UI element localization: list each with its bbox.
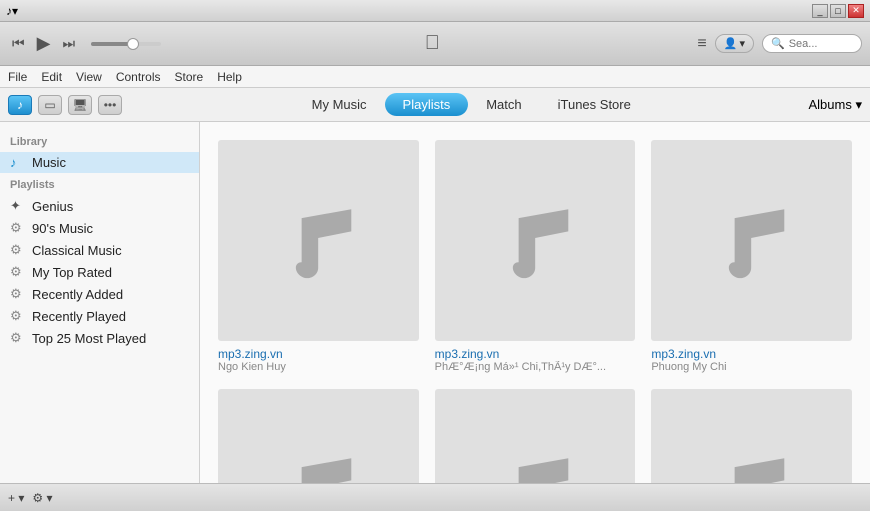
main-layout: Library ♪ Music Playlists ✦ Genius ⚙ 90'… — [0, 122, 870, 511]
sidebar: Library ♪ Music Playlists ✦ Genius ⚙ 90'… — [0, 122, 200, 511]
menu-view[interactable]: View — [76, 70, 102, 84]
album-artist-2: Phuong My Chi — [651, 361, 852, 373]
content-area: mp3.zing.vn Ngo Kien Huy mp3.zing.vn PhÆ… — [200, 122, 870, 511]
playlist-icon-4: ⚙ — [10, 308, 26, 324]
sidebar-item-recently-played[interactable]: ⚙ Recently Played — [0, 305, 199, 327]
sidebar-item-top25[interactable]: ⚙ Top 25 Most Played — [0, 327, 199, 349]
search-box: 🔍 — [762, 34, 862, 53]
list-icon[interactable]: ≡ — [697, 35, 706, 53]
account-button[interactable]: 👤 ▾ — [715, 34, 754, 53]
sidebar-item-music[interactable]: ♪ Music — [0, 152, 199, 173]
playlist-icon-5: ⚙ — [10, 330, 26, 346]
settings-button[interactable]: ⚙ ▾ — [32, 491, 52, 505]
sidebar-item-recently-added[interactable]: ⚙ Recently Added — [0, 283, 199, 305]
music-note-icon-1 — [480, 185, 590, 295]
toolbar-center:  — [173, 32, 691, 55]
transport-controls: ⏮ ▶ ⏭ — [8, 31, 79, 56]
tab-itunes-store[interactable]: iTunes Store — [540, 93, 649, 116]
nav-tabs: My Music Playlists Match iTunes Store — [134, 93, 809, 116]
toolbar-right: ≡ 👤 ▾ 🔍 — [697, 34, 862, 53]
menu-help[interactable]: Help — [217, 70, 242, 84]
music-icon: ♪ — [10, 155, 26, 170]
title-bar-right: _ □ ✕ — [812, 4, 864, 18]
account-chevron: ▾ — [739, 37, 745, 50]
video-view-button[interactable]: ▭ — [38, 95, 62, 115]
close-button[interactable]: ✕ — [848, 4, 864, 18]
album-card-2[interactable]: mp3.zing.vn Phuong My Chi — [643, 132, 860, 381]
playlists-section-label: Playlists — [0, 173, 199, 195]
album-title-2: mp3.zing.vn — [651, 347, 852, 361]
screen-view-button[interactable]: 🖥 — [68, 95, 92, 115]
search-input[interactable] — [789, 38, 859, 50]
menu-controls[interactable]: Controls — [116, 70, 161, 84]
menu-file[interactable]: File — [8, 70, 27, 84]
sidebar-genius-label: Genius — [32, 199, 73, 214]
album-artist-1: PhÆ°Æ¡ng Má»¹ Chi,ThÃ¹y DÆ°... — [435, 361, 636, 373]
menu-edit[interactable]: Edit — [41, 70, 62, 84]
album-art-0 — [218, 140, 419, 341]
tab-playlists[interactable]: Playlists — [385, 93, 469, 116]
sidebar-item-genius[interactable]: ✦ Genius — [0, 195, 199, 217]
album-title-0: mp3.zing.vn — [218, 347, 419, 361]
sidebar-toprated-label: My Top Rated — [32, 265, 112, 280]
sidebar-item-90s-music[interactable]: ⚙ 90's Music — [0, 217, 199, 239]
minimize-button[interactable]: _ — [812, 4, 828, 18]
album-art-2 — [651, 140, 852, 341]
sidebar-top25-label: Top 25 Most Played — [32, 331, 146, 346]
music-view-button[interactable]: ♪ — [8, 95, 32, 115]
app-icon: ♪▾ — [6, 4, 18, 18]
sidebar-item-classical[interactable]: ⚙ Classical Music — [0, 239, 199, 261]
add-button[interactable]: + ▾ — [8, 491, 24, 505]
apple-logo:  — [425, 32, 440, 55]
library-section-label: Library — [0, 130, 199, 152]
sidebar-music-label: Music — [32, 155, 66, 170]
search-icon: 🔍 — [771, 37, 785, 50]
fast-forward-button[interactable]: ⏭ — [58, 33, 79, 54]
nav-row: ♪ ▭ 🖥 ••• My Music Playlists Match iTune… — [0, 88, 870, 122]
bottom-bar: + ▾ ⚙ ▾ — [0, 483, 870, 511]
playlist-icon-2: ⚙ — [10, 264, 26, 280]
sidebar-icon-group: ♪ ▭ 🖥 ••• — [8, 95, 122, 115]
music-note-icon-2 — [696, 185, 806, 295]
maximize-button[interactable]: □ — [830, 4, 846, 18]
tab-my-music[interactable]: My Music — [294, 93, 385, 116]
music-note-icon-0 — [263, 185, 373, 295]
album-artist-0: Ngo Kien Huy — [218, 361, 419, 373]
playlist-icon-3: ⚙ — [10, 286, 26, 302]
sidebar-classical-label: Classical Music — [32, 243, 122, 258]
album-art-1 — [435, 140, 636, 341]
title-bar: ♪▾ _ □ ✕ — [0, 0, 870, 22]
menu-store[interactable]: Store — [175, 70, 204, 84]
rewind-button[interactable]: ⏮ — [8, 33, 29, 54]
playlist-icon-1: ⚙ — [10, 242, 26, 258]
playlist-icon-0: ⚙ — [10, 220, 26, 236]
album-card-1[interactable]: mp3.zing.vn PhÆ°Æ¡ng Má»¹ Chi,ThÃ¹y DÆ°.… — [427, 132, 644, 381]
menu-bar: File Edit View Controls Store Help — [0, 66, 870, 88]
sidebar-item-top-rated[interactable]: ⚙ My Top Rated — [0, 261, 199, 283]
genius-icon: ✦ — [10, 198, 26, 214]
toolbar: ⏮ ▶ ⏭  ≡ 👤 ▾ 🔍 — [0, 22, 870, 66]
volume-slider[interactable] — [91, 42, 161, 46]
albums-grid: mp3.zing.vn Ngo Kien Huy mp3.zing.vn PhÆ… — [200, 122, 870, 511]
sidebar-recentlyadded-label: Recently Added — [32, 287, 123, 302]
album-title-1: mp3.zing.vn — [435, 347, 636, 361]
sidebar-90s-label: 90's Music — [32, 221, 93, 236]
title-bar-left: ♪▾ — [6, 4, 18, 18]
album-card-0[interactable]: mp3.zing.vn Ngo Kien Huy — [210, 132, 427, 381]
more-view-button[interactable]: ••• — [98, 95, 122, 115]
account-icon: 👤 — [724, 37, 738, 50]
albums-dropdown-button[interactable]: Albums ▾ — [809, 97, 863, 113]
tab-match[interactable]: Match — [468, 93, 539, 116]
play-button[interactable]: ▶ — [33, 31, 55, 56]
sidebar-recentlyplayed-label: Recently Played — [32, 309, 126, 324]
volume-thumb — [127, 38, 139, 50]
